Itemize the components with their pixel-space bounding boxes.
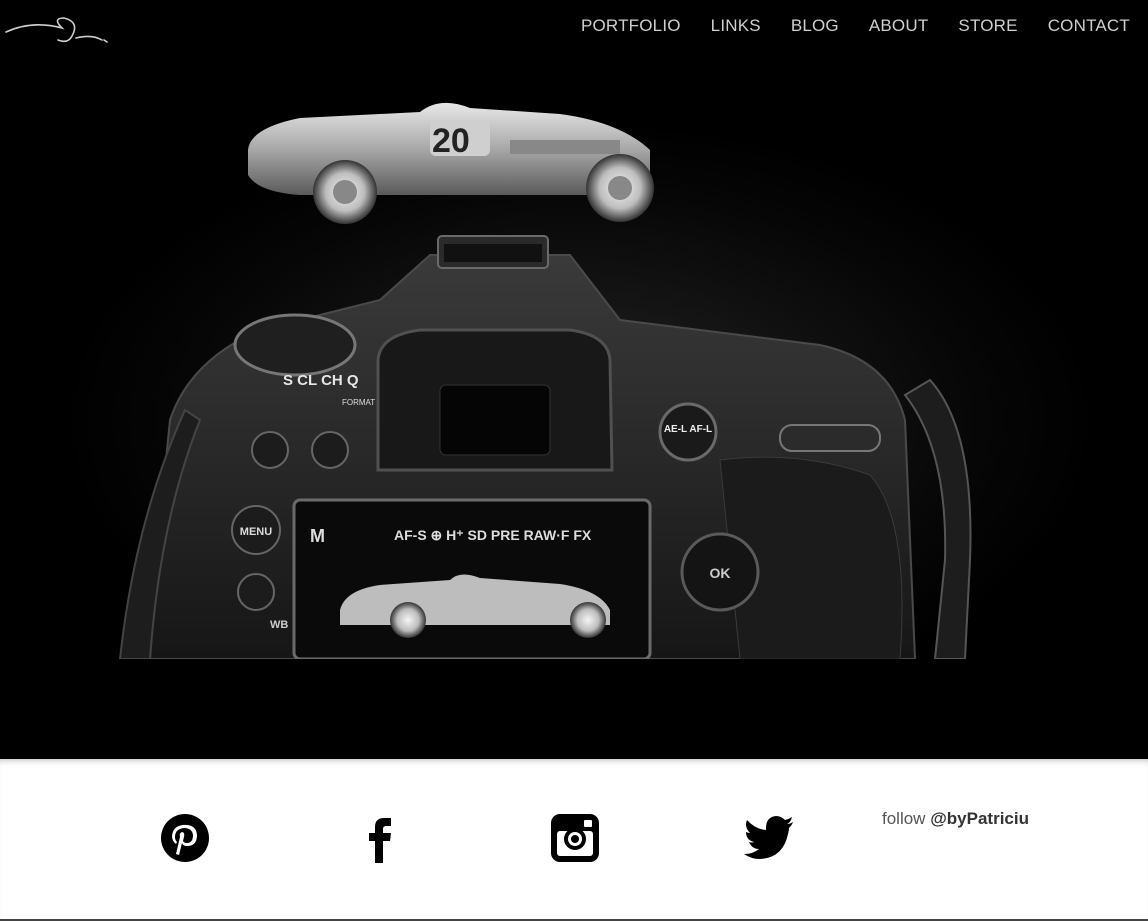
lcd-mode: M [310,526,325,546]
nav-links[interactable]: LINKS [696,15,776,37]
lcd-settings: AF-S ⊕ H⁺ SD PRE RAW·F FX [394,527,592,543]
ael-label: AE-L AF-L [664,424,712,435]
hero-section: 20 S CL CH Q FORMAT AE-L AF-L MENU WB M … [0,0,1148,759]
car-number: 20 [432,122,470,160]
nav-about[interactable]: ABOUT [854,15,944,37]
camera-photo: 20 S CL CH Q FORMAT AE-L AF-L MENU WB M … [118,102,972,661]
pinterest-icon[interactable] [159,812,211,864]
nav-contact[interactable]: CONTACT [1033,15,1130,37]
menu-label: MENU [240,526,272,538]
main-nav: PORTFOLIO LINKS BLOG ABOUT STORE CONTACT [566,15,1130,37]
footer: follow @byPatriciu [0,759,1148,921]
race-car: 20 [248,102,654,224]
nav-portfolio[interactable]: PORTFOLIO [566,15,696,37]
hero-image: 20 S CL CH Q FORMAT AE-L AF-L MENU WB M … [0,0,1148,661]
instagram-icon[interactable] [549,812,601,864]
format-label: FORMAT [342,398,375,407]
nav-blog[interactable]: BLOG [776,15,854,37]
nav-store[interactable]: STORE [943,15,1032,37]
follow-text: follow @byPatriciu [882,809,1029,829]
wb-label: WB [270,619,288,631]
follow-prefix: follow [882,809,926,828]
dial-label: S CL CH Q [283,372,359,389]
signature-logo[interactable] [2,10,112,50]
facebook-icon[interactable] [354,812,406,864]
follow-handle-link[interactable]: @byPatriciu [930,809,1029,828]
camera-body: S CL CH Q FORMAT AE-L AF-L MENU WB M AF-… [118,235,972,661]
twitter-icon[interactable] [743,812,795,864]
ok-label: OK [710,565,731,581]
